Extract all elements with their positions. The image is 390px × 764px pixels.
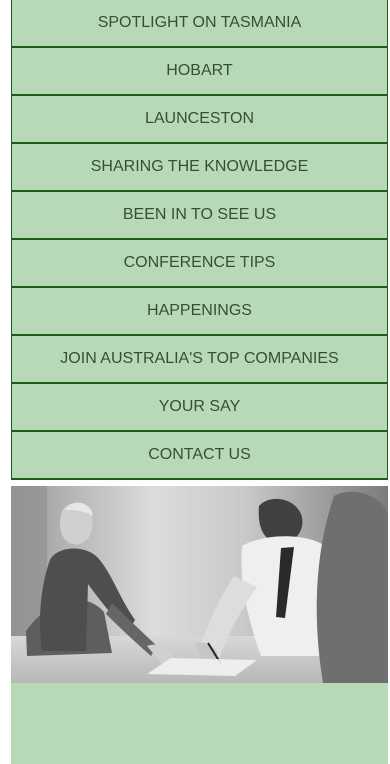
page-frame: SPOTLIGHT ON TASMANIA HOBART LAUNCESTON … bbox=[11, 0, 388, 764]
nav-item-sharing-the-knowledge[interactable]: SHARING THE KNOWLEDGE bbox=[12, 142, 387, 190]
nav-item-launceston[interactable]: LAUNCESTON bbox=[12, 94, 387, 142]
nav-item-spotlight-on-tasmania[interactable]: SPOTLIGHT ON TASMANIA bbox=[12, 0, 387, 46]
people-meeting-illustration bbox=[11, 486, 388, 683]
footer-panel bbox=[11, 683, 388, 764]
nav-item-join-australias-top-companies[interactable]: JOIN AUSTRALIA'S TOP COMPANIES bbox=[12, 334, 387, 382]
nav-item-happenings[interactable]: HAPPENINGS bbox=[12, 286, 387, 334]
nav-item-contact-us[interactable]: CONTACT US bbox=[12, 430, 387, 478]
nav-item-conference-tips[interactable]: CONFERENCE TIPS bbox=[12, 238, 387, 286]
main-navigation: SPOTLIGHT ON TASMANIA HOBART LAUNCESTON … bbox=[11, 0, 388, 480]
people-meeting-photo bbox=[11, 486, 388, 683]
nav-item-been-in-to-see-us[interactable]: BEEN IN TO SEE US bbox=[12, 190, 387, 238]
nav-item-your-say[interactable]: YOUR SAY bbox=[12, 382, 387, 430]
nav-item-hobart[interactable]: HOBART bbox=[12, 46, 387, 94]
